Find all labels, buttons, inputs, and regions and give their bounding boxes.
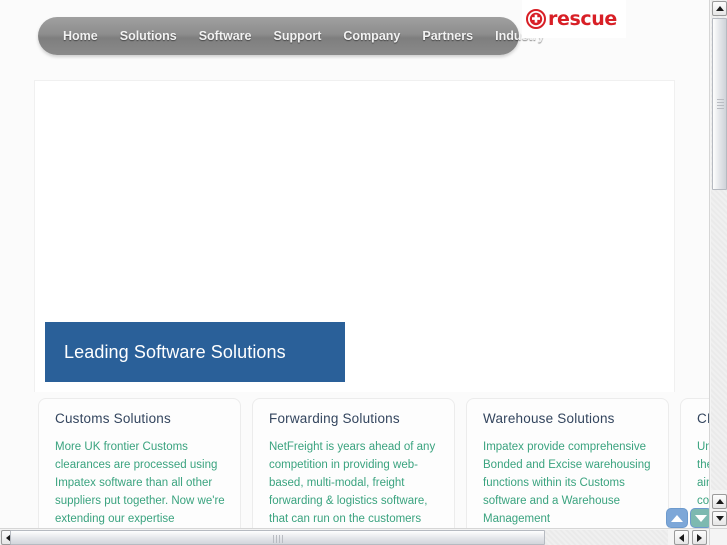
nav-item-software[interactable]: Software <box>188 17 263 55</box>
floating-scroll-up-button[interactable] <box>666 508 688 528</box>
card-forwarding-solutions[interactable]: Forwarding Solutions NetFreight is years… <box>252 398 455 528</box>
caret-down-icon <box>715 516 724 521</box>
caret-right-icon <box>697 533 702 542</box>
logo-wordmark: rescue <box>548 8 617 30</box>
card-body: Impatex provide comprehensive Bonded and… <box>483 441 651 525</box>
caret-up-icon <box>715 6 724 11</box>
card-warehouse-solutions[interactable]: Warehouse Solutions Impatex provide comp… <box>466 398 669 528</box>
caret-left-icon <box>679 533 684 542</box>
triangle-down-icon <box>695 514 707 522</box>
card-body: More UK frontier Customs clearances are … <box>55 441 225 525</box>
scrollbar-corner <box>709 528 727 545</box>
horizontal-scrollbar-thumb[interactable] <box>10 530 545 545</box>
vertical-scroll-up-button[interactable] <box>712 494 727 509</box>
scrollbar-grip-icon <box>273 535 285 543</box>
nav-item-support[interactable]: Support <box>262 17 332 55</box>
hero-headline-banner: Leading Software Solutions <box>45 322 345 382</box>
nav-item-home[interactable]: Home <box>52 17 109 55</box>
red-cross-circle-icon <box>526 9 546 29</box>
horizontal-scrollbar[interactable] <box>0 528 727 545</box>
card-body: Unlike other CRM packages on the market,… <box>697 441 709 507</box>
card-title: Warehouse Solutions <box>483 411 615 426</box>
card-title: Forwarding Solutions <box>269 411 400 426</box>
page-content-area: Home Solutions Software Support Company … <box>0 0 709 528</box>
card-title: Customs Solutions <box>55 411 171 426</box>
horizontal-scroll-right-button[interactable] <box>692 530 707 545</box>
nav-item-company[interactable]: Company <box>332 17 411 55</box>
floating-scroll-down-button[interactable] <box>690 508 709 528</box>
vertical-scrollbar-thumb[interactable] <box>712 18 727 190</box>
solution-cards-row: Customs Solutions More UK frontier Custo… <box>38 398 709 528</box>
caret-up-icon <box>715 499 724 504</box>
vertical-scroll-up-button-top[interactable] <box>712 1 727 16</box>
vertical-scrollbar[interactable] <box>709 0 727 528</box>
nav-item-solutions[interactable]: Solutions <box>109 17 188 55</box>
main-navigation-bar: Home Solutions Software Support Company … <box>38 17 544 55</box>
vertical-scroll-down-button[interactable] <box>712 511 727 526</box>
card-customs-solutions[interactable]: Customs Solutions More UK frontier Custo… <box>38 398 241 528</box>
triangle-up-icon <box>671 514 683 522</box>
card-body: NetFreight is years ahead of any competi… <box>269 441 436 525</box>
nav-item-partners[interactable]: Partners <box>411 17 484 55</box>
card-title: CRM <box>697 411 709 426</box>
scrollbar-grip-icon <box>717 99 724 110</box>
nav-list: Home Solutions Software Support Company … <box>38 17 555 55</box>
site-logo[interactable]: rescue <box>522 0 626 38</box>
browser-viewport: Home Solutions Software Support Company … <box>0 0 727 545</box>
hero-headline-text: Leading Software Solutions <box>64 341 286 362</box>
horizontal-scroll-left-button[interactable] <box>674 530 689 545</box>
